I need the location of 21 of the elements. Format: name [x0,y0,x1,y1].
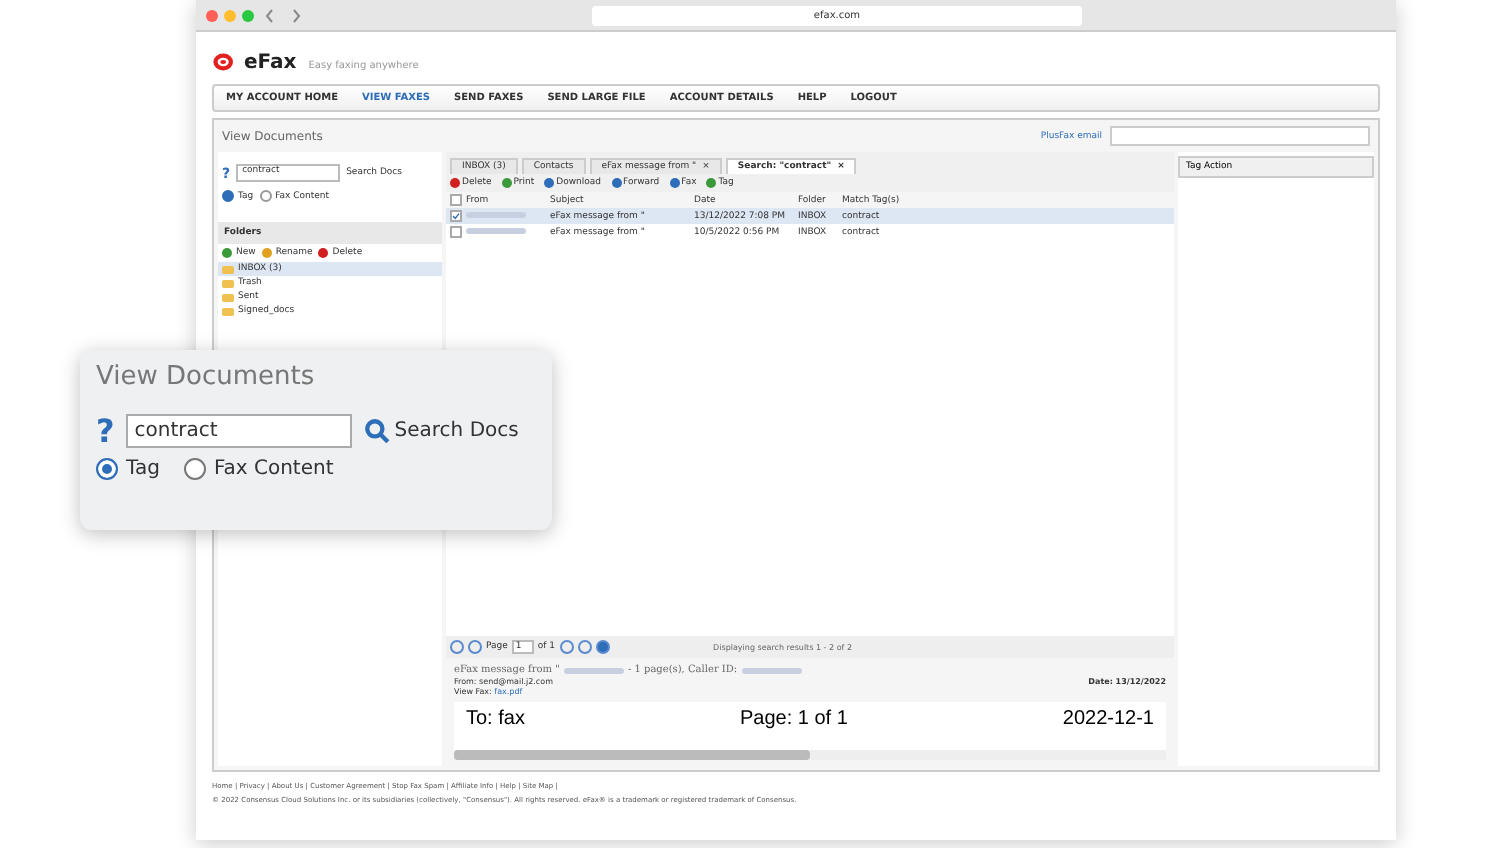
blurred-text [466,227,526,233]
document-text: 2022-12-1 [1062,708,1154,734]
row-checkbox[interactable] [450,210,462,222]
row-checkbox[interactable] [450,226,462,238]
blurred-text [563,667,624,673]
radio-option[interactable]: Tag [96,458,160,480]
select-all-checkbox[interactable] [450,194,462,206]
document-text: Page: 1 of 1 [739,708,848,734]
logo-text: eFax [244,51,297,73]
search-field[interactable]: contract [126,414,353,448]
search-icon [364,418,391,444]
blurred-text [741,667,802,673]
radio-option[interactable]: Fax Content [183,458,334,480]
number-dropdown[interactable] [1110,126,1370,146]
help-icon[interactable]: ? [96,412,115,450]
document-text: To: fax [466,708,525,734]
close-icon[interactable] [206,9,218,21]
scrollbar[interactable] [454,750,1166,760]
panel-title: View Documents [96,362,317,392]
search-button[interactable]: Search Docs [364,418,519,444]
maximize-icon[interactable] [242,9,254,21]
